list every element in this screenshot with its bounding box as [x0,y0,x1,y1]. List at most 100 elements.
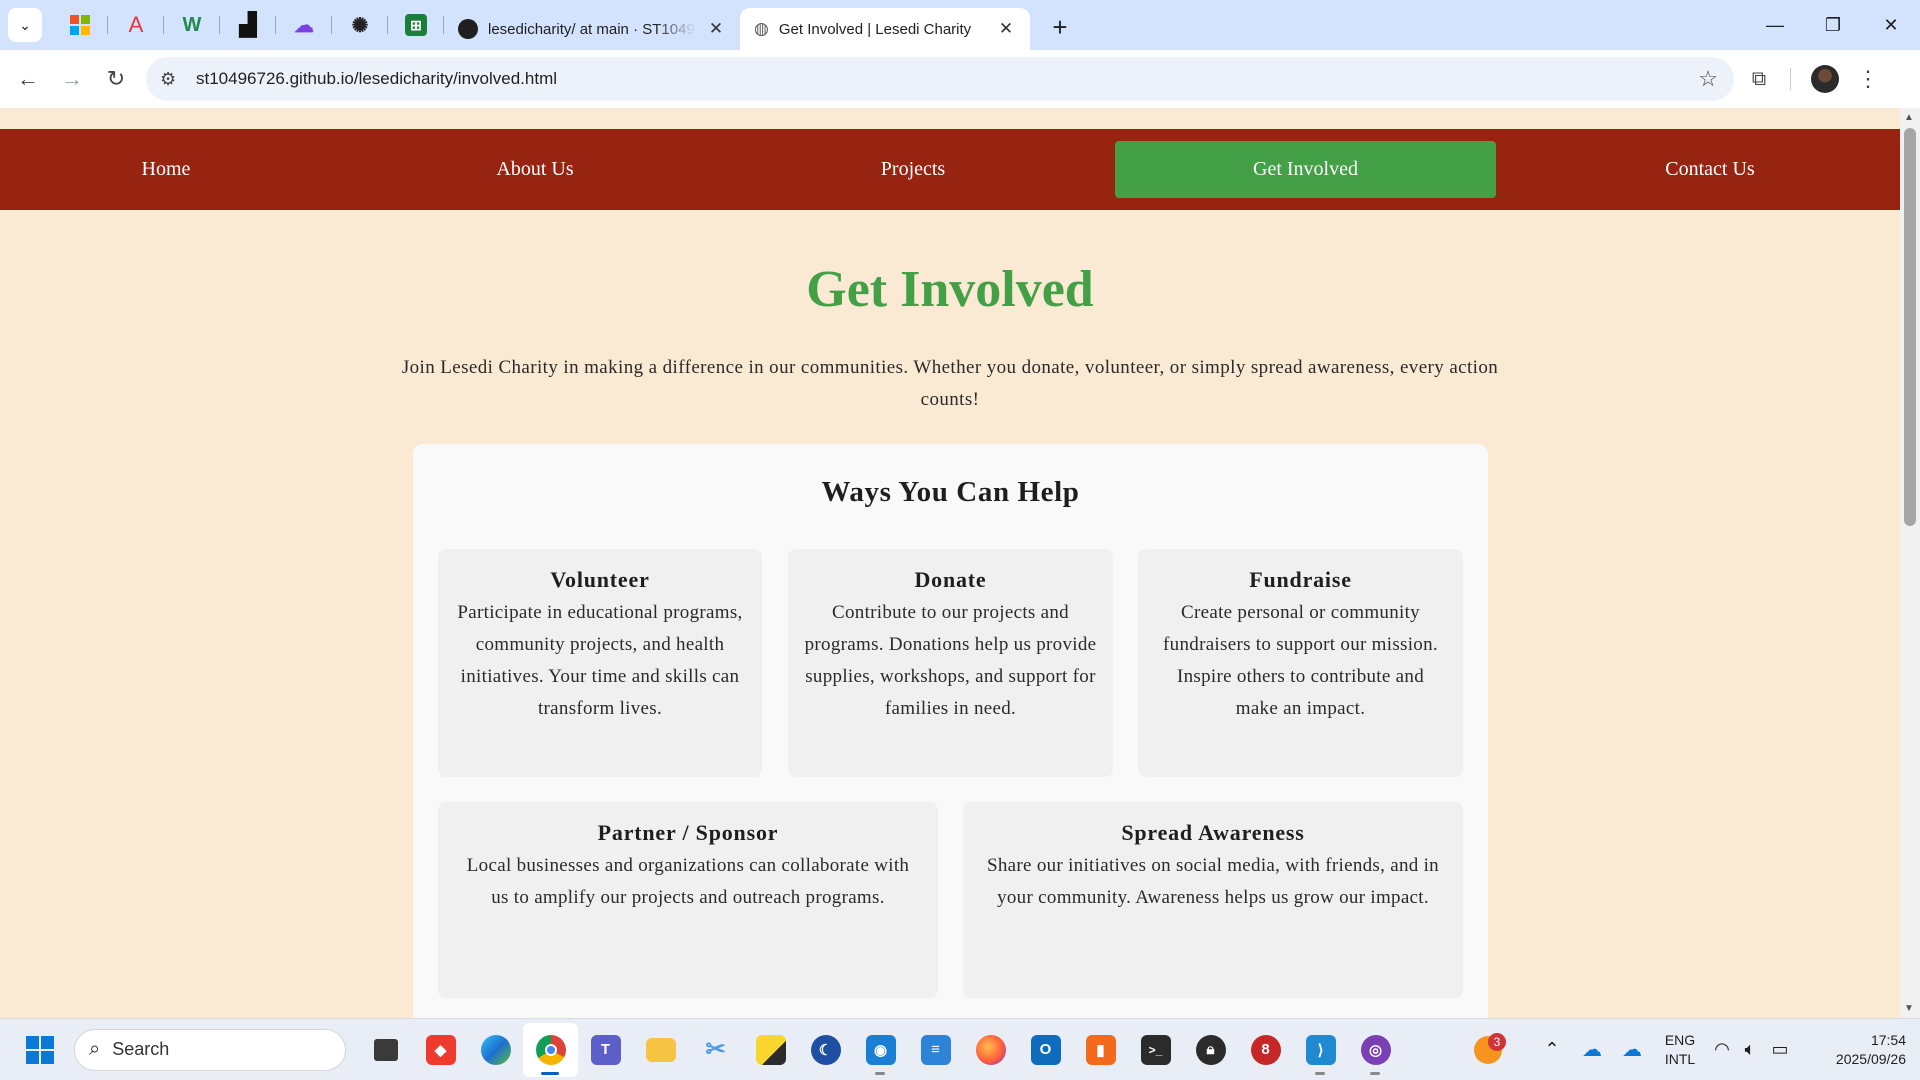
taskbar-app-books[interactable]: ▮ [1073,1023,1128,1077]
nav-about-us[interactable]: About Us [370,141,700,198]
profile-avatar[interactable] [1811,65,1839,93]
ways-to-help-section: Ways You Can Help Volunteer Participate … [413,444,1488,1018]
taskbar-app-edge[interactable] [468,1023,523,1077]
acrobat-icon: A [128,12,144,37]
clock[interactable]: 17:54 2025/09/26 [1796,1031,1906,1069]
git-icon: 8 [1250,1034,1281,1065]
taskbar-app-lock[interactable]: 🔒︎ [1183,1023,1238,1077]
taskbar-app-sticky-notes[interactable] [743,1023,798,1077]
taskbar-app-chrome[interactable] [523,1022,578,1077]
pinned-tab-wix[interactable]: W [164,0,220,50]
taskbar-app-terminal[interactable]: >_ [1128,1023,1183,1077]
way-card-donate: Donate Contribute to our projects and pr… [788,549,1113,777]
way-card-title: Fundraise [1249,567,1352,592]
tab-close-icon[interactable]: ✕ [996,19,1016,39]
nav-home[interactable]: Home [0,141,332,198]
pinned-tab-unsplash[interactable]: ▟ [220,0,276,50]
site-info-icon[interactable]: ⚙ [160,69,184,90]
nav-get-involved[interactable]: Get Involved [1115,141,1496,198]
taskbar-search-box[interactable]: ⌕ Search [74,1028,346,1071]
nav-projects[interactable]: Projects [738,141,1088,198]
lang-code: ENG [1664,1031,1696,1048]
tab-get-involved[interactable]: ◍ Get Involved | Lesedi Charity ✕ [740,8,1030,50]
way-card-spread-awareness: Spread Awareness Share our initiatives o… [963,802,1463,998]
input-language-indicator[interactable]: ENG INTL [1652,1031,1708,1069]
notepad-icon: ≡ [920,1034,951,1065]
way-card-partner-sponsor: Partner / Sponsor Local businesses and o… [438,802,938,998]
github-desktop-icon: ◎ [1360,1034,1391,1065]
battery-icon[interactable]: ▭ [1764,1039,1796,1060]
pinned-tab-microsoft[interactable] [52,0,108,50]
outlook-icon: O [1030,1034,1061,1065]
taskbar-app-camera[interactable]: ◉ [853,1023,908,1077]
taskbar-app-file-explorer[interactable] [633,1023,688,1077]
lang-layout: INTL [1664,1050,1696,1067]
taskbar-app-vscode[interactable]: ⟩ [1293,1023,1348,1077]
pinned-tab-sheets[interactable]: ⊞ [388,0,444,50]
cloud-app-icon: ☁ [294,14,314,37]
restore-icon[interactable]: ❐ [1804,0,1862,50]
task-view-icon [373,1038,398,1061]
books-icon: ▮ [1085,1034,1116,1065]
taskbar-app-notepad[interactable]: ≡ [908,1023,963,1077]
notification-app-icon[interactable]: 3 [1468,1030,1508,1070]
windows-start-icon[interactable] [20,1030,60,1070]
page-scrollbar[interactable]: ▲ ▼ [1900,108,1920,1018]
way-card-text: Create personal or community fundraisers… [1163,602,1438,719]
taskbar-app-moon[interactable]: ☾ [798,1023,853,1077]
way-card-text: Contribute to our projects and programs.… [804,602,1097,719]
show-hidden-icons-chevron-icon[interactable]: ⌃ [1532,1039,1572,1060]
more-menu-icon[interactable]: ⋮ [1853,66,1883,92]
taskbar-app-task-view[interactable] [358,1023,413,1077]
taskbar-app-firefox[interactable] [963,1023,1018,1077]
way-card-fundraise: Fundraise Create personal or community f… [1138,549,1463,777]
wifi-icon[interactable]: ◠ [1708,1039,1736,1060]
folder-icon [645,1037,676,1062]
moon-icon: ☾ [810,1034,841,1065]
pinned-tab-chatgpt[interactable]: ✺ [332,0,388,50]
teams-icon: T [590,1034,621,1065]
tab-github-repo[interactable]: lesedicharity/ at main · ST10496726/lese… [444,8,740,50]
taskbar-app-teams[interactable]: T [578,1023,633,1077]
chatgpt-icon: ✺ [351,14,369,37]
bookmark-star-icon[interactable]: ☆ [1698,66,1718,92]
onedrive-icon[interactable]: ☁ [1572,1037,1612,1062]
tab-search-chevron-icon[interactable]: ⌄ [8,8,42,42]
taskbar-app-outlook[interactable]: O [1018,1023,1073,1077]
close-window-icon[interactable]: ✕ [1862,0,1920,50]
taskbar-app-github-desktop[interactable]: ◎ [1348,1023,1403,1077]
nav-contact-us[interactable]: Contact Us [1520,141,1900,198]
lock-icon: 🔒︎ [1195,1034,1226,1065]
wix-icon: W [182,13,202,36]
new-tab-plus-icon[interactable]: + [1042,9,1078,45]
minimize-icon[interactable]: — [1746,0,1804,50]
pinned-tab-canva[interactable]: ☁ [276,0,332,50]
reload-icon[interactable]: ↻ [94,57,138,101]
extensions-puzzle-icon[interactable]: ⧉ [1734,68,1784,91]
address-bar[interactable]: ⚙ st10496726.github.io/lesedicharity/inv… [146,57,1734,101]
sticky-notes-icon [755,1034,786,1065]
back-arrow-icon[interactable]: ← [6,57,50,101]
anydesk-icon: ◆ [425,1034,456,1065]
way-card-text: Participate in educational programs, com… [457,602,743,719]
taskbar-apps: ◆ T ✂ ☾ ◉ ≡ O ▮ >_ 🔒︎ 8 ⟩ ◎ [358,1022,1403,1077]
toolbar-divider [1790,68,1791,90]
url-text[interactable]: st10496726.github.io/lesedicharity/invol… [196,69,557,89]
taskbar-app-anydesk[interactable]: ◆ [413,1023,468,1077]
scroll-down-arrow-icon[interactable]: ▼ [1904,1003,1914,1014]
pinned-tab-acrobat[interactable]: A [108,0,164,50]
search-placeholder: Search [112,1039,170,1059]
scroll-up-arrow-icon[interactable]: ▲ [1904,112,1914,123]
onedrive-business-icon[interactable]: ☁ [1612,1037,1652,1062]
way-card-title: Spread Awareness [1121,820,1305,845]
taskbar-app-snipping-tool[interactable]: ✂ [688,1023,743,1077]
tab-title: lesedicharity/ at main · ST10496726/lese… [488,20,696,38]
browser-tab-strip: ⌄ A W ▟ ☁ ✺ ⊞ lesedicharity/ at main · S… [0,0,1920,50]
tab-close-icon[interactable]: ✕ [706,19,726,39]
taskbar-app-git[interactable]: 8 [1238,1023,1293,1077]
page-title: Get Involved [806,261,1094,318]
scrollbar-thumb[interactable] [1904,128,1916,526]
forward-arrow-icon[interactable]: → [50,57,94,101]
system-tray: 3 ⌃ ☁ ☁ ENG INTL ◠ 🔈︎ ▭ 17:54 2025/09/26 [1468,1019,1920,1080]
speaker-icon[interactable]: 🔈︎ [1736,1039,1764,1060]
